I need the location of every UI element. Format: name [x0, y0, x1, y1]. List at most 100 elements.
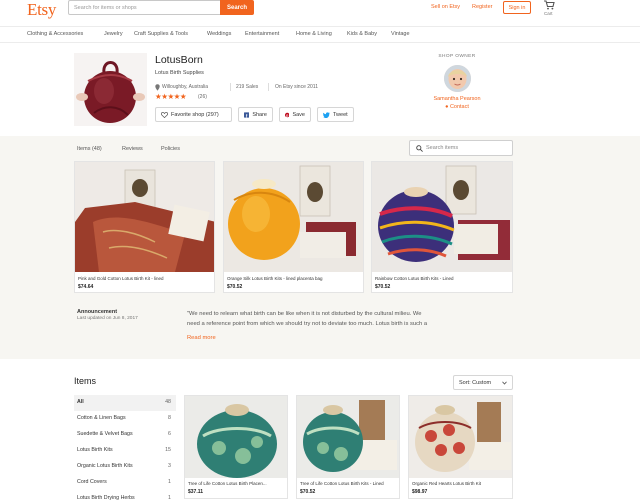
- section-count: 3: [168, 463, 171, 469]
- section-count: 8: [168, 415, 171, 421]
- chevron-down-icon: [502, 381, 507, 385]
- shop-search-input[interactable]: [426, 142, 510, 154]
- listing-price: $70.52: [375, 284, 391, 290]
- listing-price: $70.52: [300, 489, 316, 495]
- location-pin-icon: [155, 84, 160, 91]
- read-more-link[interactable]: Read more: [187, 335, 216, 341]
- shop-tagline: Lotus Birth Supplies: [155, 70, 204, 76]
- listing-image: [297, 396, 399, 478]
- shop-name: LotusBorn: [155, 54, 203, 66]
- category-home-living[interactable]: Home & Living: [296, 31, 332, 37]
- sort-dropdown[interactable]: Sort: Custom: [453, 375, 513, 390]
- search-button[interactable]: Search: [220, 0, 254, 15]
- announcement-text: "We need to relearn what birth can be li…: [187, 311, 422, 317]
- sort-value: Sort: Custom: [459, 380, 492, 386]
- listing-title: Pink and Gold Cotton Lotus Birth Kit - l…: [78, 276, 164, 281]
- listing-image: [224, 162, 363, 272]
- section-label: All: [77, 399, 84, 405]
- category-nav: Clothing & Accessories Jewelry Craft Sup…: [0, 26, 640, 43]
- listing-card[interactable]: Tree of Life Cotton Lotus Birth Kits - L…: [296, 395, 400, 499]
- section-count: 1: [168, 495, 171, 501]
- category-kids-baby[interactable]: Kids & Baby: [347, 31, 377, 37]
- contact-label: Contact: [449, 104, 469, 110]
- shop-owner-label: SHOP OWNER: [438, 54, 476, 59]
- shop-banner-image: [74, 53, 147, 126]
- listing-title: Orange Silk Lotus Birth Kits - lined pla…: [227, 276, 323, 281]
- save-label: Save: [292, 111, 305, 118]
- items-heading: Items: [74, 376, 97, 386]
- featured-listing-card[interactable]: Orange Silk Lotus Birth Kits - lined pla…: [223, 161, 364, 293]
- section-label: Lotus Birth Drying Herbs: [77, 495, 135, 501]
- section-label: Organic Lotus Birth Kits: [77, 463, 133, 469]
- tab-reviews[interactable]: Reviews: [122, 146, 143, 152]
- section-item-cotton-linen[interactable]: Cotton & Linen Bags 8: [74, 411, 176, 427]
- owner-name[interactable]: Samantha Pearson: [420, 96, 494, 102]
- section-label: Cord Covers: [77, 479, 107, 485]
- meta-divider: [268, 83, 269, 91]
- featured-listing-card[interactable]: Rainbow Cotton Lotus Birth Kits - Lined …: [371, 161, 513, 293]
- owner-avatar[interactable]: [444, 65, 471, 92]
- save-button[interactable]: p Save: [279, 107, 311, 122]
- category-jewelry[interactable]: Jewelry: [104, 31, 123, 37]
- rating-stars[interactable]: ★★★★★: [155, 92, 187, 101]
- share-button[interactable]: f Share: [238, 107, 273, 122]
- listing-image: [409, 396, 512, 478]
- favorite-shop-button[interactable]: Favorite shop (297): [155, 107, 232, 122]
- chat-bubble-icon: ●: [445, 104, 449, 110]
- category-vintage[interactable]: Vintage: [391, 31, 410, 37]
- pinterest-icon: p: [285, 112, 290, 117]
- listing-price: $98.97: [412, 489, 428, 495]
- heart-icon: [161, 111, 168, 118]
- search-input[interactable]: [68, 0, 221, 15]
- section-item-organic-kits[interactable]: Organic Lotus Birth Kits 3: [74, 459, 176, 475]
- section-count: 1: [168, 479, 171, 485]
- tweet-label: Tweet: [333, 111, 348, 118]
- announcement-date: Last updated on Jun 8, 2017: [77, 316, 138, 321]
- shop-location: Willoughby, Australia: [162, 84, 209, 90]
- section-count: 48: [165, 399, 171, 405]
- category-clothing[interactable]: Clothing & Accessories: [27, 31, 83, 37]
- listing-image: [75, 162, 214, 272]
- section-item-suedette-velvet[interactable]: Suedette & Velvet Bags 6: [74, 427, 176, 443]
- favorite-shop-label: Favorite shop (297): [171, 111, 219, 118]
- section-item-cord-covers[interactable]: Cord Covers 1: [74, 475, 176, 491]
- category-weddings[interactable]: Weddings: [207, 31, 231, 37]
- category-entertainment[interactable]: Entertainment: [245, 31, 279, 37]
- cart-label: Cart: [544, 11, 553, 16]
- section-item-lotus-birth-kits[interactable]: Lotus Birth Kits 15: [74, 443, 176, 459]
- svg-text:p: p: [286, 113, 288, 117]
- listing-image: [185, 396, 287, 478]
- listing-card[interactable]: Tree of Life Cotton Lotus Birth Placen..…: [184, 395, 288, 499]
- shop-since: On Etsy since 2011: [275, 84, 318, 90]
- category-craft-supplies[interactable]: Craft Supplies & Tools: [134, 31, 188, 37]
- sign-in-button[interactable]: Sign in: [503, 1, 531, 14]
- listing-card[interactable]: Organic Red Hearts Lotus Birth Kit $98.9…: [408, 395, 513, 499]
- tweet-button[interactable]: Tweet: [317, 107, 354, 122]
- share-label: Share: [252, 111, 267, 118]
- review-count[interactable]: (26): [198, 94, 207, 100]
- section-item-all[interactable]: All 48: [74, 395, 176, 411]
- announcement-text: need a reference point from which we sho…: [187, 321, 428, 327]
- twitter-icon: [323, 111, 330, 118]
- shop-sales[interactable]: 219 Sales: [236, 84, 258, 90]
- section-label: Suedette & Velvet Bags: [77, 431, 133, 437]
- register-link[interactable]: Register: [472, 4, 492, 10]
- etsy-logo[interactable]: Etsy: [27, 0, 56, 20]
- tab-policies[interactable]: Policies: [161, 146, 180, 152]
- listing-image: [372, 162, 512, 272]
- listing-price: $37.11: [188, 489, 204, 495]
- meta-divider: [230, 83, 231, 91]
- section-item-drying-herbs[interactable]: Lotus Birth Drying Herbs 1: [74, 491, 176, 504]
- featured-listing-card[interactable]: Pink and Gold Cotton Lotus Birth Kit - l…: [74, 161, 215, 293]
- search-icon: [416, 145, 423, 152]
- contact-owner-link[interactable]: ● Contact: [420, 104, 494, 110]
- listing-price: $70.52: [227, 284, 243, 290]
- shop-search-box: [409, 140, 513, 156]
- section-count: 6: [168, 431, 171, 437]
- cart-icon[interactable]: [543, 0, 555, 10]
- announcement-heading: Announcement: [77, 309, 118, 315]
- section-label: Cotton & Linen Bags: [77, 415, 126, 421]
- listing-title: Organic Red Hearts Lotus Birth Kit: [412, 481, 482, 486]
- sell-on-etsy-link[interactable]: Sell on Etsy: [431, 4, 460, 10]
- tab-items[interactable]: Items (48): [77, 146, 102, 152]
